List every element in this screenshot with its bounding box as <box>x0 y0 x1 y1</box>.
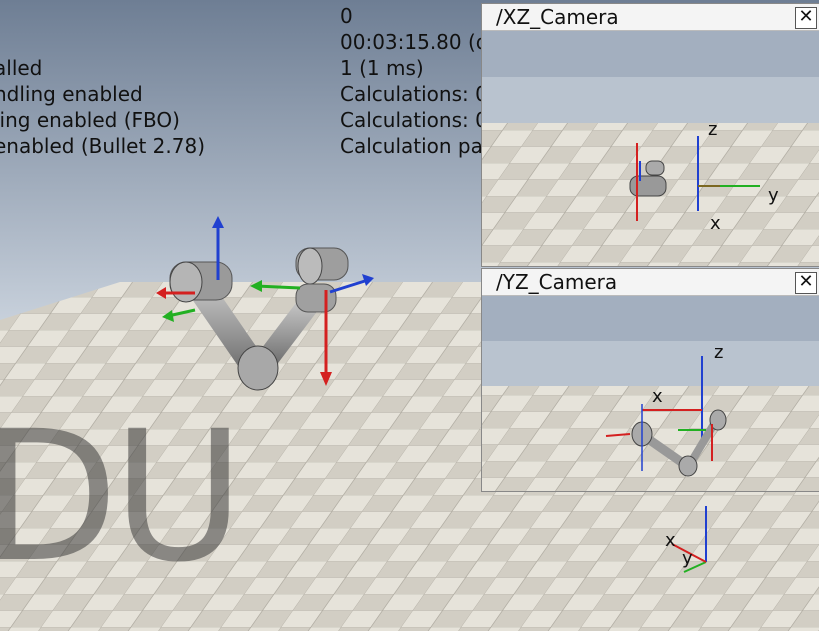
status-left-column: alled ndling enabled ling enabled (FBO) … <box>0 55 205 159</box>
xz-axis-z-label: z <box>708 119 717 140</box>
xz-camera-view[interactable]: z y x <box>482 31 819 266</box>
status-left-line: ndling enabled <box>0 82 143 106</box>
xz-axis-x-label: x <box>710 213 721 234</box>
yz-axis-x-label: x <box>652 386 663 407</box>
yz-camera-window[interactable]: /YZ_Camera ✕ z x <box>481 268 819 492</box>
status-left-line: enabled (Bullet 2.78) <box>0 134 205 158</box>
watermark-logo: DU <box>0 393 244 602</box>
yz-camera-title[interactable]: /YZ_Camera <box>482 269 819 296</box>
yz-camera-view[interactable]: z x <box>482 296 819 491</box>
xz-camera-window[interactable]: /XZ_Camera ✕ z y x <box>481 3 819 267</box>
world-axis-y-label: y <box>682 548 693 569</box>
xz-camera-title[interactable]: /XZ_Camera <box>482 4 819 31</box>
xz-axis-y-label: y <box>768 185 779 206</box>
yz-camera-close-button[interactable]: ✕ <box>795 272 817 294</box>
status-left-line: ling enabled (FBO) <box>0 108 180 132</box>
status-left-line: alled <box>0 56 43 80</box>
yz-axis-z-label: z <box>714 342 723 363</box>
xz-camera-close-button[interactable]: ✕ <box>795 7 817 29</box>
world-axis-x-label: x <box>665 530 676 551</box>
